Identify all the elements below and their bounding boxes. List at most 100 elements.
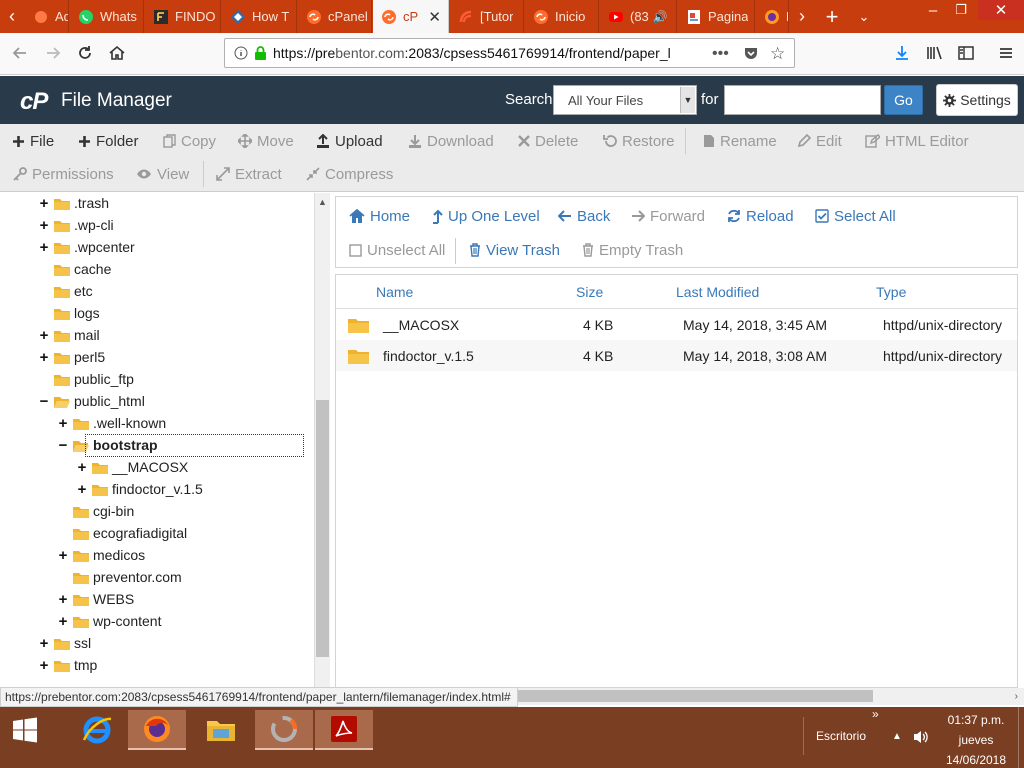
tree-node-logs[interactable]: logs bbox=[38, 302, 100, 324]
file-name-cell[interactable]: findoctor_v.1.5 bbox=[383, 340, 474, 371]
restore-button[interactable]: Restore bbox=[603, 124, 675, 158]
browser-tab-cp[interactable]: cP ✕ bbox=[373, 0, 449, 33]
expand-plus-icon[interactable]: + bbox=[57, 415, 69, 432]
tree-scrollbar[interactable]: ▲ bbox=[314, 193, 330, 687]
tree-node-ssl[interactable]: + ssl bbox=[38, 632, 92, 654]
file-explorer-icon[interactable] bbox=[192, 710, 250, 750]
close-tab-icon[interactable]: ✕ bbox=[428, 8, 441, 26]
desktop-toolbar-label[interactable]: Escritorio bbox=[816, 729, 866, 743]
back-button[interactable]: Back bbox=[558, 201, 610, 231]
tabs-scroll-right-icon[interactable]: › bbox=[790, 0, 814, 33]
horizontal-scrollbar[interactable]: › bbox=[518, 688, 1024, 705]
info-icon[interactable] bbox=[234, 46, 248, 60]
expand-plus-icon[interactable]: + bbox=[76, 481, 88, 498]
tree-node-public-ftp[interactable]: public_ftp bbox=[38, 368, 134, 390]
compress-button[interactable]: Compress bbox=[306, 157, 393, 191]
scroll-up-icon[interactable]: ▲ bbox=[315, 195, 330, 209]
column-header-name[interactable]: Name bbox=[376, 275, 413, 309]
select-all-button[interactable]: Select All bbox=[815, 201, 896, 231]
tree-node-ecografiadigital[interactable]: ecografiadigital bbox=[57, 522, 187, 544]
volume-icon[interactable] bbox=[912, 729, 930, 745]
tree-node-preventor-com[interactable]: preventor.com bbox=[57, 566, 182, 588]
browser-tab-cpanel[interactable]: cPanel bbox=[298, 0, 372, 33]
tree-node-tmp[interactable]: + tmp bbox=[38, 654, 98, 676]
tree-node-cache[interactable]: cache bbox=[38, 258, 111, 280]
tree-node-mail[interactable]: + mail bbox=[38, 324, 100, 346]
tray-overflow-icon[interactable]: » bbox=[872, 707, 879, 721]
tree-node-macosx[interactable]: + __MACOSX bbox=[76, 456, 189, 478]
expand-plus-icon[interactable]: + bbox=[38, 349, 50, 366]
edit-button[interactable]: Edit bbox=[797, 124, 842, 158]
pocket-icon[interactable] bbox=[743, 45, 759, 61]
tree-node-wpcenter[interactable]: + .wpcenter bbox=[38, 236, 135, 258]
expand-plus-icon[interactable]: + bbox=[38, 239, 50, 256]
empty-trash-button[interactable]: Empty Trash bbox=[582, 235, 683, 265]
upload-button[interactable]: Upload bbox=[316, 124, 383, 158]
tree-scrollbar-thumb[interactable] bbox=[316, 400, 329, 657]
browser-tab-admin[interactable]: Admin bbox=[25, 0, 69, 33]
permissions-button[interactable]: Permissions bbox=[12, 157, 114, 191]
home-icon[interactable] bbox=[105, 41, 129, 65]
tab-list-icon[interactable]: ⌄ bbox=[852, 0, 876, 33]
close-window-icon[interactable]: ✕ bbox=[978, 0, 1024, 20]
taskbar-clock[interactable]: 01:37 p.m. jueves 14/06/2018 bbox=[940, 710, 1012, 768]
delete-button[interactable]: Delete bbox=[518, 124, 578, 158]
table-row[interactable]: findoctor_v.1.5 4 KB May 14, 2018, 3:08 AM… bbox=[336, 340, 1017, 371]
expand-plus-icon[interactable]: + bbox=[57, 547, 69, 564]
file-name-cell[interactable]: __MACOSX bbox=[383, 309, 459, 340]
bookmark-star-icon[interactable]: ☆ bbox=[770, 44, 785, 64]
forward-button[interactable]: Forward bbox=[631, 201, 705, 231]
expand-plus-icon[interactable]: + bbox=[38, 217, 50, 234]
view-trash-button[interactable]: View Trash bbox=[469, 235, 560, 265]
settings-button[interactable]: Settings bbox=[936, 84, 1018, 116]
tree-node-etc[interactable]: etc bbox=[38, 280, 93, 302]
expand-plus-icon[interactable]: + bbox=[57, 613, 69, 630]
tree-node-trash[interactable]: + .trash bbox=[38, 193, 109, 214]
reload-button[interactable]: Reload bbox=[727, 201, 794, 231]
url-bar[interactable]: https://prebentor.com:2083/cpsess5461769… bbox=[224, 38, 795, 68]
new-tab-icon[interactable]: + bbox=[820, 0, 844, 33]
firefox-taskbar-icon[interactable] bbox=[128, 710, 186, 750]
hamburger-menu-icon[interactable] bbox=[994, 41, 1018, 65]
copy-button[interactable]: Copy bbox=[163, 124, 216, 158]
expand-plus-icon[interactable]: + bbox=[38, 657, 50, 674]
download-arrow-icon[interactable] bbox=[890, 41, 914, 65]
column-header-last-modified[interactable]: Last Modified bbox=[676, 275, 759, 309]
tree-node-perl5[interactable]: + perl5 bbox=[38, 346, 106, 368]
column-header-type[interactable]: Type bbox=[876, 275, 906, 309]
expand-plus-icon[interactable]: + bbox=[57, 591, 69, 608]
tree-node-medicos[interactable]: + medicos bbox=[57, 544, 146, 566]
tabs-scroll-left-icon[interactable]: ‹ bbox=[0, 0, 24, 33]
expand-plus-icon[interactable]: + bbox=[76, 459, 88, 476]
browser-tab-inicio[interactable]: Inicio bbox=[525, 0, 599, 33]
windows-start-icon[interactable] bbox=[0, 710, 50, 750]
up-one-level-button[interactable]: Up One Level bbox=[432, 201, 540, 231]
internet-explorer-icon[interactable] bbox=[68, 710, 126, 750]
extract-button[interactable]: Extract bbox=[216, 157, 282, 191]
browser-tab-83[interactable]: (83 🔊 bbox=[600, 0, 677, 33]
tray-chevron-up-icon[interactable]: ▲ bbox=[892, 731, 902, 742]
download-button[interactable]: Download bbox=[408, 124, 494, 158]
go-button[interactable]: Go bbox=[884, 85, 923, 115]
horizontal-scrollbar-thumb[interactable] bbox=[518, 690, 873, 702]
tree-node-webs[interactable]: + WEBS bbox=[57, 588, 135, 610]
expand-plus-icon[interactable]: + bbox=[38, 195, 50, 212]
forward-arrow-icon[interactable] bbox=[41, 41, 65, 65]
browser-tab-whats[interactable]: Whats bbox=[70, 0, 144, 33]
cpanel-logo[interactable]: cP bbox=[20, 88, 48, 116]
tree-node-findoctor-v-1-5[interactable]: + findoctor_v.1.5 bbox=[76, 478, 203, 500]
page-actions-icon[interactable]: ••• bbox=[712, 45, 729, 63]
browser-tab-how-t[interactable]: How T bbox=[222, 0, 297, 33]
speaker-icon[interactable]: 🔊 bbox=[653, 10, 668, 24]
html-editor-button[interactable]: HTML Editor bbox=[865, 124, 969, 158]
tree-node-cgi-bin[interactable]: cgi-bin bbox=[57, 500, 134, 522]
move-button[interactable]: Move bbox=[238, 124, 294, 158]
library-icon[interactable] bbox=[922, 41, 946, 65]
expand-plus-icon[interactable]: + bbox=[38, 327, 50, 344]
collapse-minus-icon[interactable]: − bbox=[57, 437, 69, 454]
tree-node-wp-cli[interactable]: + .wp-cli bbox=[38, 214, 114, 236]
rename-button[interactable]: Rename bbox=[703, 124, 777, 158]
expand-plus-icon[interactable]: + bbox=[38, 635, 50, 652]
column-header-size[interactable]: Size bbox=[576, 275, 603, 309]
table-row[interactable]: __MACOSX 4 KB May 14, 2018, 3:45 AM httpd/u… bbox=[336, 309, 1017, 340]
